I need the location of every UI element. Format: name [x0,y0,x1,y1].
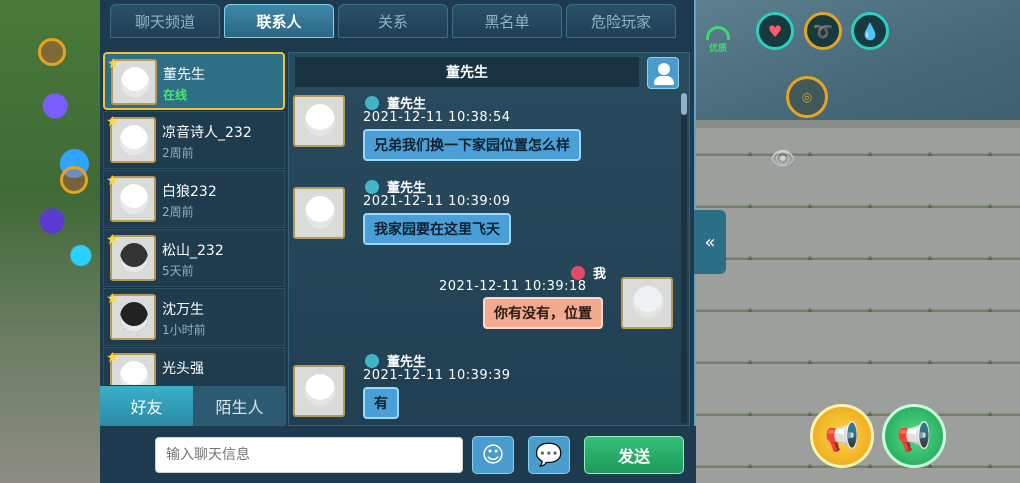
double-chevron-left-icon: « [704,231,716,253]
message-bubble[interactable]: 有 [363,387,399,419]
game-scene-left [0,0,100,483]
contact-status: 2周前 [162,146,194,160]
contact-list[interactable]: ★ 董先生 在线 ★ 凉音诗人_232 2周前 ★ 白狼232 2周前 ★ 松山… [103,52,285,385]
water-drop-icon: 💧 [851,12,889,50]
chat-title: 董先生 [295,57,639,87]
contact-name: 光头强 [162,361,204,377]
male-icon [365,180,379,194]
male-icon [365,96,379,110]
message-time: 2021-12-11 10:38:54 [363,110,511,125]
tab-chat-channel[interactable]: 聊天频道 [110,4,220,38]
contact-name: 白狼232 [162,184,217,200]
contact-status: 2周前 [162,205,194,219]
contact-item[interactable]: ★ 凉音诗人_232 2周前 [103,111,285,169]
send-button[interactable]: 发送 [584,436,684,474]
scrollbar[interactable] [681,93,687,423]
smiley-icon: ☺ [481,442,505,468]
tab-strangers[interactable]: 陌生人 [193,386,286,426]
message-time: 2021-12-11 10:39:09 [363,194,511,209]
signal-label: 优质 [708,44,727,54]
message-bubble[interactable]: 我家园要在这里飞天 [363,213,511,245]
tab-contacts[interactable]: 联系人 [224,4,334,38]
user-icon [658,63,670,75]
star-icon: ★ [106,232,119,248]
chat-input[interactable] [155,437,463,473]
avatar[interactable] [293,95,345,147]
contact-item[interactable]: ★ 松山_232 5天前 [103,229,285,287]
tab-relations[interactable]: 关系 [338,4,448,38]
speech-bubble-icon: 💬 [535,442,563,468]
profile-button[interactable] [647,57,679,89]
health-icon: ♥ [756,12,794,50]
compass-icon[interactable]: ◎ [786,76,828,118]
tab-dangerous-players[interactable]: 危险玩家 [566,4,676,38]
contact-status: 在线 [163,88,188,102]
star-icon: ★ [106,350,119,366]
social-panel: 聊天频道 联系人 关系 黑名单 危险玩家 ★ 董先生 在线 ★ 凉音诗人_232… [100,0,696,483]
quick-message-button[interactable]: 💬 [528,436,570,474]
contact-item[interactable]: ★ 沈万生 1小时前 [103,288,285,346]
friend-filter-tabs: 好友 陌生人 [100,386,286,426]
tab-bar: 聊天频道 联系人 关系 黑名单 危险玩家 [110,4,676,42]
message-bubble[interactable]: 兄弟我们换一下家园位置怎么样 [363,129,581,161]
chat-window[interactable]: 董先生 董先生 2021-12-11 10:38:54 兄弟我们换一下家园位置怎… [288,52,690,426]
contact-item[interactable]: ★ 光头强 [103,347,285,385]
emoji-button[interactable]: ☺ [472,436,514,474]
eye-icon[interactable]: 👁 [770,146,795,170]
star-icon: ★ [106,291,119,307]
contact-item[interactable]: ★ 董先生 在线 [103,52,285,110]
chat-input-bar: ☺ 💬 发送 [100,426,696,483]
female-icon [571,266,585,280]
collapse-panel-button[interactable]: « [694,210,726,274]
contact-status: 5天前 [162,264,194,278]
horn-icon: 📢 [896,419,932,453]
quest-marker-icon[interactable] [38,38,66,66]
contact-item[interactable]: ★ 白狼232 2周前 [103,170,285,228]
broadcast-horn-button[interactable]: 📢 [810,404,874,468]
star-icon: ★ [106,173,119,189]
message-time: 2021-12-11 10:39:18 [439,279,587,294]
avatar[interactable] [293,365,345,417]
star-icon: ★ [106,114,119,130]
contact-status: 1小时前 [162,323,206,337]
voice-horn-button[interactable]: 📢 [882,404,946,468]
contact-name: 松山_232 [162,243,224,259]
signal-icon: 优质 [706,26,730,54]
star-icon: ★ [107,56,120,72]
sender-name: 我 [593,267,607,282]
hunger-icon: ➰ [804,12,842,50]
message-bubble[interactable]: 你有没有，位置 [483,297,603,329]
tab-friends[interactable]: 好友 [100,386,193,426]
horn-icon: 📢 [824,419,860,453]
male-icon [365,354,379,368]
star-marker-icon[interactable] [60,166,88,194]
contact-name: 董先生 [163,67,205,83]
tab-blacklist[interactable]: 黑名单 [452,4,562,38]
avatar[interactable] [621,277,673,329]
avatar[interactable] [293,187,345,239]
message-time: 2021-12-11 10:39:39 [363,368,511,383]
contact-name: 沈万生 [162,302,204,318]
contact-name: 凉音诗人_232 [162,125,252,141]
